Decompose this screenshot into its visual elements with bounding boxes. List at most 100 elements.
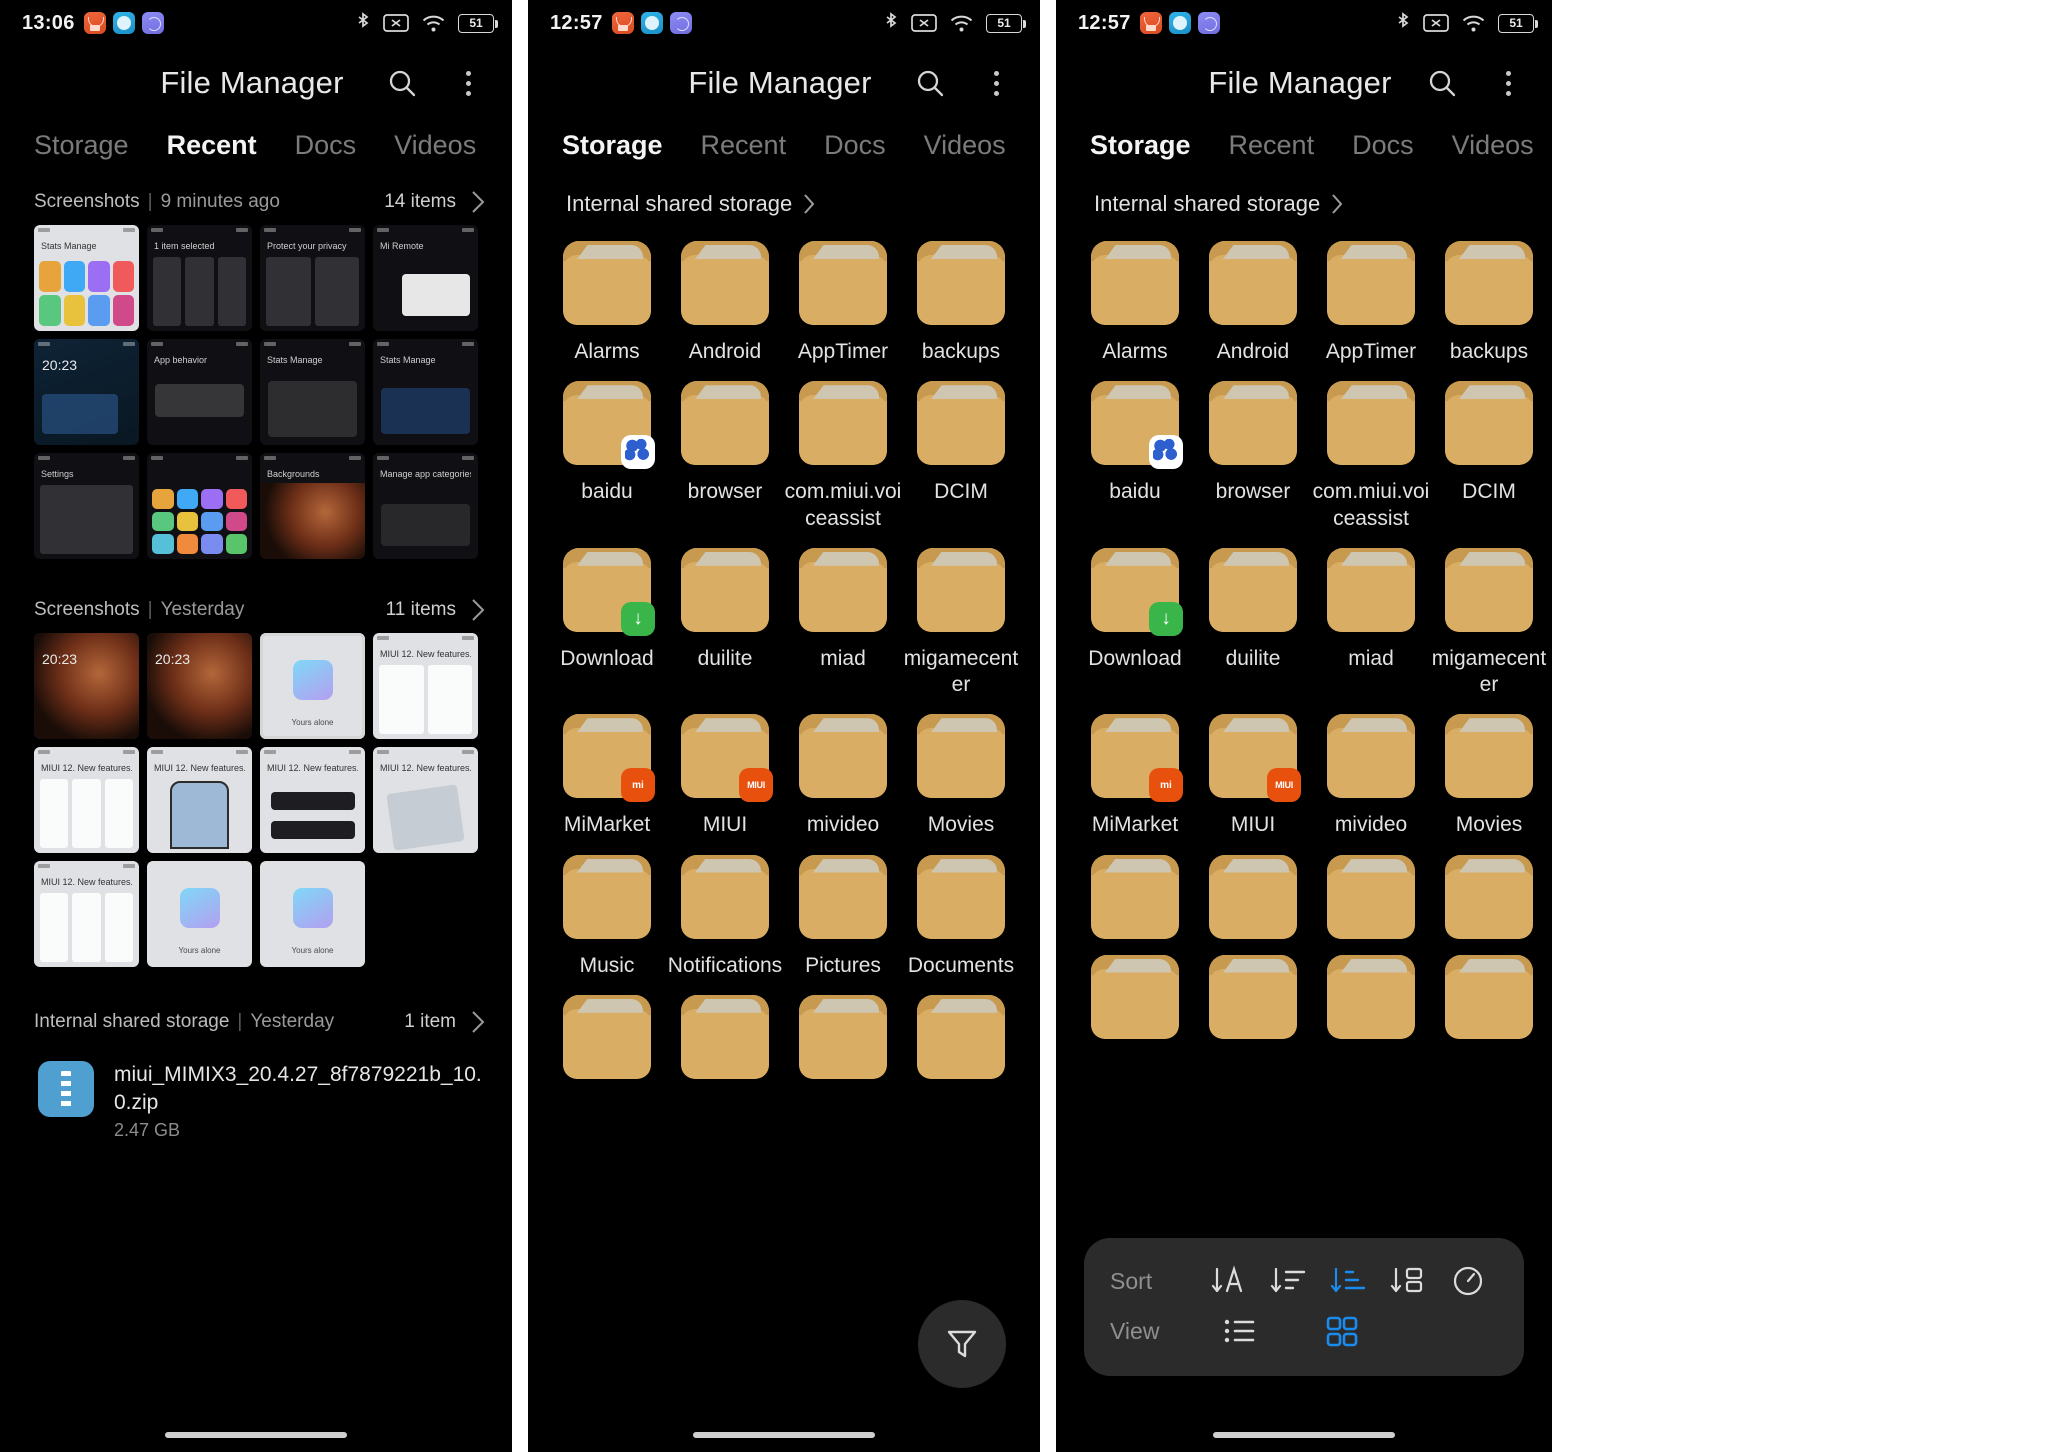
- thumbnail[interactable]: Manage app categories: [373, 453, 478, 559]
- folder-item[interactable]: Download: [548, 547, 666, 699]
- more-options-button[interactable]: [450, 65, 486, 101]
- thumbnail[interactable]: Stats Manage: [373, 339, 478, 445]
- sort-by-group-icon[interactable]: [1383, 1256, 1433, 1306]
- folder-item[interactable]: miad: [784, 547, 902, 699]
- list-view-icon[interactable]: [1214, 1306, 1264, 1356]
- thumbnail[interactable]: MIUI 12. New features.: [373, 747, 478, 853]
- thumbnail[interactable]: MIUI 12. New features.: [260, 747, 365, 853]
- tab-recent[interactable]: Recent: [167, 130, 257, 161]
- folder-item[interactable]: Android: [1194, 241, 1312, 365]
- folder-item[interactable]: [666, 994, 784, 1079]
- thumbnail[interactable]: Backgrounds: [260, 453, 365, 559]
- folder-item[interactable]: AppTimer: [784, 241, 902, 365]
- tab-storage[interactable]: Storage: [1090, 130, 1191, 161]
- tab-docs[interactable]: Docs: [824, 130, 886, 161]
- section-header[interactable]: Internal shared storage | Yesterday 1 it…: [0, 997, 512, 1045]
- folder-item[interactable]: Alarms: [1076, 241, 1194, 365]
- home-indicator[interactable]: [165, 1432, 347, 1438]
- folder-item[interactable]: mi MiMarket: [548, 714, 666, 838]
- folder-item[interactable]: com.miui.voiceassist: [784, 381, 902, 532]
- tab-recent[interactable]: Recent: [701, 130, 787, 161]
- folder-item[interactable]: DCIM: [902, 381, 1020, 532]
- folder-item[interactable]: Music: [548, 854, 666, 979]
- more-options-button[interactable]: [1490, 65, 1526, 101]
- folder-item[interactable]: [1312, 954, 1430, 1039]
- sort-by-type-icon[interactable]: [1323, 1256, 1373, 1306]
- search-button[interactable]: [384, 65, 420, 101]
- thumbnail[interactable]: MIUI 12. New features.: [373, 633, 478, 739]
- more-options-button[interactable]: [978, 65, 1014, 101]
- section-header[interactable]: Screenshots | Yesterday 11 items: [0, 585, 512, 633]
- filter-button[interactable]: [918, 1300, 1006, 1388]
- folder-item[interactable]: backups: [902, 241, 1020, 365]
- folder-item[interactable]: DCIM: [1430, 381, 1548, 532]
- folder-item[interactable]: [548, 994, 666, 1079]
- thumbnail[interactable]: MIUI 12. New features.: [34, 861, 139, 967]
- thumbnail[interactable]: App behavior: [147, 339, 252, 445]
- file-list-item[interactable]: miui_MIMIX3_20.4.27_8f7879221b_10.0.zip …: [0, 1045, 512, 1141]
- folder-item[interactable]: browser: [666, 381, 784, 532]
- tab-storage[interactable]: Storage: [34, 130, 129, 161]
- home-indicator[interactable]: [1213, 1432, 1395, 1438]
- folder-item[interactable]: migamecenter: [902, 547, 1020, 699]
- tab-docs[interactable]: Docs: [1352, 130, 1414, 161]
- thumbnail[interactable]: MIUI 12. New features.: [34, 747, 139, 853]
- thumbnail[interactable]: Yours alone: [260, 861, 365, 967]
- thumbnail[interactable]: Yours alone: [260, 633, 365, 739]
- folder-item[interactable]: [1430, 954, 1548, 1039]
- section-header[interactable]: Screenshots | 9 minutes ago 14 items: [0, 177, 512, 225]
- folder-item[interactable]: MIUI MIUI: [1194, 714, 1312, 838]
- thumbnail[interactable]: Stats Manage: [260, 339, 365, 445]
- thumbnail[interactable]: 20:23: [34, 633, 139, 739]
- folder-item[interactable]: Movies: [1430, 714, 1548, 838]
- tab-docs[interactable]: Docs: [295, 130, 357, 161]
- thumbnail[interactable]: Protect your privacy: [260, 225, 365, 331]
- tab-videos[interactable]: Videos: [924, 130, 1006, 161]
- folder-item[interactable]: Alarms: [548, 241, 666, 365]
- tab-storage[interactable]: Storage: [562, 130, 663, 161]
- folder-item[interactable]: miad: [1312, 547, 1430, 699]
- thumbnail[interactable]: Yours alone: [147, 861, 252, 967]
- folder-item[interactable]: Movies: [902, 714, 1020, 838]
- folder-item[interactable]: baidu: [1076, 381, 1194, 532]
- folder-item[interactable]: [1194, 854, 1312, 939]
- thumbnail[interactable]: MIUI 12. New features.: [147, 747, 252, 853]
- folder-item[interactable]: mivideo: [784, 714, 902, 838]
- breadcrumb[interactable]: Internal shared storage: [528, 177, 1040, 225]
- folder-item[interactable]: browser: [1194, 381, 1312, 532]
- thumbnail[interactable]: 1 item selected: [147, 225, 252, 331]
- folder-item[interactable]: Android: [666, 241, 784, 365]
- thumbnail[interactable]: Settings: [34, 453, 139, 559]
- home-indicator[interactable]: [693, 1432, 875, 1438]
- search-button[interactable]: [912, 65, 948, 101]
- thumbnail[interactable]: 20:23: [34, 339, 139, 445]
- folder-item[interactable]: MIUI MIUI: [666, 714, 784, 838]
- thumbnail[interactable]: Stats Manage: [34, 225, 139, 331]
- folder-item[interactable]: [1076, 854, 1194, 939]
- folder-item[interactable]: [902, 994, 1020, 1079]
- thumbnail[interactable]: [147, 453, 252, 559]
- search-button[interactable]: [1424, 65, 1460, 101]
- folder-item[interactable]: Download: [1076, 547, 1194, 699]
- folder-item[interactable]: Pictures: [784, 854, 902, 979]
- folder-item[interactable]: [1076, 954, 1194, 1039]
- folder-item[interactable]: baidu: [548, 381, 666, 532]
- breadcrumb[interactable]: Internal shared storage: [1056, 177, 1552, 225]
- folder-item[interactable]: Notifications: [666, 854, 784, 979]
- folder-item[interactable]: duilite: [666, 547, 784, 699]
- sort-by-name-icon[interactable]: [1203, 1256, 1253, 1306]
- sort-by-size-icon[interactable]: [1263, 1256, 1313, 1306]
- folder-item[interactable]: mi MiMarket: [1076, 714, 1194, 838]
- folder-item[interactable]: [1312, 854, 1430, 939]
- sort-by-time-icon[interactable]: [1443, 1256, 1493, 1306]
- thumbnail[interactable]: Mi Remote: [373, 225, 478, 331]
- thumbnail[interactable]: 20:23: [147, 633, 252, 739]
- folder-item[interactable]: mivideo: [1312, 714, 1430, 838]
- folder-item[interactable]: com.miui.voiceassist: [1312, 381, 1430, 532]
- tab-videos[interactable]: Videos: [1452, 130, 1534, 161]
- tab-recent[interactable]: Recent: [1229, 130, 1315, 161]
- tab-videos[interactable]: Videos: [394, 130, 476, 161]
- folder-item[interactable]: Documents: [902, 854, 1020, 979]
- folder-item[interactable]: duilite: [1194, 547, 1312, 699]
- folder-item[interactable]: AppTimer: [1312, 241, 1430, 365]
